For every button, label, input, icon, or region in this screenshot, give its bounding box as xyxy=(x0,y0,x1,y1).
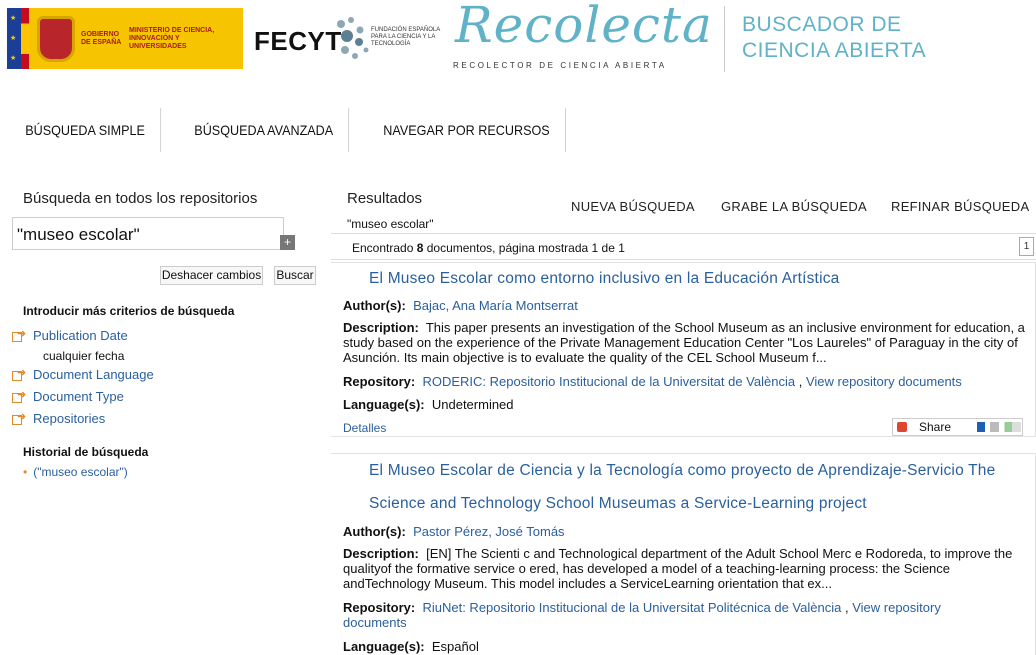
facet-label: Document Type xyxy=(33,389,124,404)
buscador-line2: CIENCIA ABIERTA xyxy=(742,39,927,62)
header: ★ ★ ★ GOBIERNO DE ESPAÑA MINISTERIO DE CIE… xyxy=(0,0,1036,80)
expand-arrow-icon xyxy=(12,410,28,425)
results-count-text: Encontrado 8 documentos, página mostrada… xyxy=(352,241,625,255)
expand-arrow-icon xyxy=(12,366,28,381)
facet-document-type[interactable]: Document Type xyxy=(12,388,124,404)
refine-search-button[interactable]: REFINAR BÚSQUEDA xyxy=(891,199,1029,214)
facet-label: Repositories xyxy=(33,411,106,426)
language-value: Español xyxy=(431,639,479,654)
buscador-line1: BUSCADOR DE xyxy=(742,13,902,36)
result-title-link-line2[interactable]: Science and Technology School Museumas a… xyxy=(369,495,867,513)
share-label: Share xyxy=(919,420,952,434)
history-heading: Historial de búsqueda xyxy=(23,445,149,459)
buscador-title: BUSCADOR DE CIENCIA ABIERTA xyxy=(742,12,926,64)
search-input[interactable]: "museo escolar" xyxy=(12,217,284,250)
share-button[interactable]: Share xyxy=(892,418,1023,436)
found-prefix: Encontrado xyxy=(352,241,417,255)
repository-separator: , xyxy=(844,600,849,615)
author-link[interactable]: Pastor Pérez, José Tomás xyxy=(413,524,565,539)
save-search-button[interactable]: GRABE LA BÚSQUEDA xyxy=(721,199,867,214)
facet-label: Document Language xyxy=(33,367,154,382)
description-label: Description: xyxy=(343,320,419,335)
facet-repositories[interactable]: Repositories xyxy=(12,410,106,426)
share-icon xyxy=(897,422,907,432)
undo-changes-button[interactable]: Deshacer cambios xyxy=(160,266,263,285)
facet-document-language[interactable]: Document Language xyxy=(12,366,154,382)
fecyt-dots-icon xyxy=(337,17,369,59)
language-label: Language(s): xyxy=(343,397,425,412)
date-filter-value: cualquier fecha xyxy=(43,349,125,363)
query-echo: "museo escolar" xyxy=(347,217,434,231)
author-label: Author(s): xyxy=(343,524,406,539)
new-search-button[interactable]: NUEVA BÚSQUEDA xyxy=(571,199,695,214)
recolecta-subtitle: RECOLECTOR DE CIENCIA ABIERTA xyxy=(453,61,667,70)
expand-arrow-icon xyxy=(12,388,28,403)
facet-label: Publication Date xyxy=(33,328,128,343)
search-button[interactable]: Buscar xyxy=(274,266,316,285)
results-summary-bar: Encontrado 8 documentos, página mostrada… xyxy=(331,233,1036,260)
result-description: Description: This paper presents an inve… xyxy=(343,320,1033,365)
result-repository-row: Repository: RiuNet: Repositorio Instituc… xyxy=(343,600,1033,630)
repository-label: Repository: xyxy=(343,600,416,615)
result-author-row: Author(s): Bajac, Ana María Montserrat xyxy=(343,298,578,313)
main-nav: BÚSQUEDA SIMPLE BÚSQUEDA AVANZADA NAVEGA… xyxy=(0,108,588,152)
history-item[interactable]: • ("museo escolar") xyxy=(23,465,128,479)
result-description: Description: [EN] The Scienti c and Tech… xyxy=(343,546,1033,591)
author-label: Author(s): xyxy=(343,298,406,313)
gobierno-label: GOBIERNO DE ESPAÑA xyxy=(81,30,122,46)
documents-link[interactable]: documents xyxy=(343,615,407,630)
result-card: El Museo Escolar de Ciencia y la Tecnolo… xyxy=(331,453,1036,655)
repository-separator: , xyxy=(798,374,803,389)
spain-flag-icon xyxy=(21,8,29,69)
result-language-row: Language(s): Undetermined xyxy=(343,397,514,412)
nav-busqueda-avanzada[interactable]: BÚSQUEDA AVANZADA xyxy=(179,108,350,152)
result-title-link-line1[interactable]: El Museo Escolar de Ciencia y la Tecnolo… xyxy=(369,462,995,480)
author-link[interactable]: Bajac, Ana María Montserrat xyxy=(413,298,578,313)
description-label: Description: xyxy=(343,546,419,561)
result-author-row: Author(s): Pastor Pérez, José Tomás xyxy=(343,524,565,539)
facet-publication-date[interactable]: Publication Date xyxy=(12,327,128,343)
social-icons xyxy=(977,422,1022,432)
result-title-link[interactable]: El Museo Escolar como entorno inclusivo … xyxy=(369,270,839,288)
header-divider xyxy=(724,6,725,72)
results-panel: Resultados NUEVA BÚSQUEDA GRABE LA BÚSQU… xyxy=(331,180,1036,655)
repository-label: Repository: xyxy=(343,374,416,389)
nav-busqueda-simple[interactable]: BÚSQUEDA SIMPLE xyxy=(0,108,162,152)
found-suffix: documentos, página mostrada 1 de 1 xyxy=(423,241,625,255)
results-title: Resultados xyxy=(347,190,423,207)
more-criteria-heading: Introducir más criterios de búsqueda xyxy=(23,304,235,318)
details-link[interactable]: Detalles xyxy=(343,421,386,435)
add-criteria-button[interactable]: + xyxy=(280,235,295,250)
bullet-icon: • xyxy=(23,465,28,479)
sidebar-title: Búsqueda en todos los repositorios xyxy=(23,190,258,207)
result-language-row: Language(s): Español xyxy=(343,639,479,654)
nav-navegar-recursos[interactable]: NAVEGAR POR RECURSOS xyxy=(368,108,567,152)
eu-flag-icon: ★ ★ ★ xyxy=(7,8,21,69)
gobierno-logo[interactable]: ★ ★ ★ GOBIERNO DE ESPAÑA MINISTERIO DE CIE… xyxy=(7,8,243,69)
result-repository-row: Repository: RODERIC: Repositorio Institu… xyxy=(343,374,962,389)
result-card: El Museo Escolar como entorno inclusivo … xyxy=(331,262,1036,437)
ministerio-label: MINISTERIO DE CIENCIA, INNOVACIÓN Y UNIV… xyxy=(129,26,215,50)
repository-link[interactable]: RiuNet: Repositorio Institucional de la … xyxy=(422,600,841,615)
fecyt-logo[interactable]: FECYT xyxy=(254,26,342,57)
repository-link[interactable]: RODERIC: Repositorio Institucional de la… xyxy=(422,374,795,389)
language-label: Language(s): xyxy=(343,639,425,654)
recolecta-logo[interactable]: Recolecta xyxy=(455,0,713,54)
description-text: This paper presents an investigation of … xyxy=(343,320,1025,365)
view-repository-documents-link[interactable]: View repository documents xyxy=(806,374,962,389)
history-query: ("museo escolar") xyxy=(33,465,128,479)
coat-of-arms-icon xyxy=(37,15,75,62)
fecyt-subtitle: FUNDACIÓN ESPAÑOLA PARA LA CIENCIA Y LA … xyxy=(371,27,440,47)
search-sidebar: Búsqueda en todos los repositorios "muse… xyxy=(8,180,320,655)
expand-arrow-icon xyxy=(12,327,28,342)
view-repository-link[interactable]: View repository xyxy=(852,600,941,615)
language-value: Undetermined xyxy=(431,397,514,412)
page-number-button[interactable]: 1 xyxy=(1019,237,1034,256)
description-text: [EN] The Scienti c and Technological dep… xyxy=(343,546,1013,591)
